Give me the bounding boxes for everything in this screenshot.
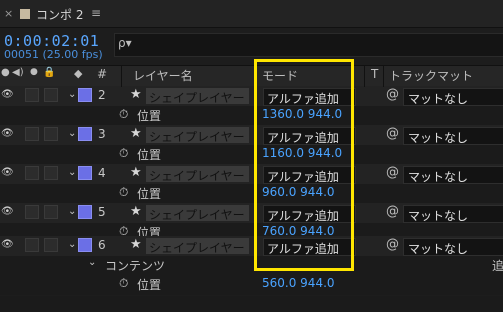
frame-count-display: 00051 (25.00 fps) (4, 48, 103, 61)
layer-number: 5 (98, 205, 106, 219)
stopwatch-icon[interactable]: ⏱ (119, 185, 128, 200)
column-divider (383, 65, 384, 87)
solo-toggle[interactable] (25, 166, 39, 180)
layer-name-field[interactable]: シェイプレイヤー 1 (146, 238, 249, 270)
lock-toggle[interactable] (44, 127, 58, 141)
search-input[interactable] (114, 33, 503, 57)
eye-icon[interactable]: 👁 (1, 167, 14, 178)
label-color-swatch[interactable] (78, 88, 92, 102)
solo-toggle[interactable] (25, 205, 39, 219)
pickwhip-icon[interactable]: @ (386, 87, 399, 102)
track-matte-dropdown[interactable]: マットなし (403, 127, 503, 145)
lock-toggle[interactable] (44, 88, 58, 102)
solo-column-icon: ● (30, 67, 38, 77)
chevron-down-icon[interactable]: ⌄ (68, 128, 76, 139)
layer-name-field[interactable]: シェイプレイヤー 4 (146, 127, 249, 159)
chevron-down-icon[interactable]: ⌄ (68, 239, 76, 250)
eye-icon[interactable]: 👁 (1, 239, 14, 250)
property-row (0, 145, 503, 165)
panel-menu-icon[interactable]: ≡ (91, 6, 101, 20)
contents-label[interactable]: コンテンツ (105, 257, 165, 274)
track-matte-dropdown[interactable]: マットなし (403, 238, 503, 256)
stopwatch-icon[interactable]: ⏱ (119, 276, 128, 291)
label-color-swatch[interactable] (78, 127, 92, 141)
property-label: 位置 (137, 187, 162, 201)
chevron-down-icon[interactable]: ⌄ (68, 206, 76, 217)
composition-tab-title[interactable]: コンポ 2 (36, 6, 83, 23)
contents-row (0, 256, 503, 276)
property-row (0, 275, 503, 295)
track-matte-dropdown[interactable]: マットなし (403, 205, 503, 223)
label-color-swatch[interactable] (78, 166, 92, 180)
position-value[interactable]: 560.0 944.0 (262, 276, 335, 290)
solo-toggle[interactable] (25, 88, 39, 102)
lock-toggle[interactable] (44, 205, 58, 219)
shape-layer-star-icon: ★ (130, 204, 142, 219)
shape-layer-star-icon: ★ (130, 165, 142, 180)
layer-name-field[interactable]: シェイプレイヤー 2 (146, 205, 249, 237)
lock-column-icon: 🔒 (43, 67, 56, 78)
property-label: 位置 (137, 278, 162, 292)
pickwhip-icon[interactable]: @ (386, 165, 399, 180)
label-color-swatch[interactable] (78, 238, 92, 252)
layer-number-column-header: # (97, 67, 108, 81)
eye-icon[interactable]: 👁 (1, 206, 14, 217)
column-divider (121, 65, 122, 87)
chevron-down-icon[interactable]: ⌄ (68, 167, 76, 178)
layer-number: 3 (98, 127, 106, 141)
stopwatch-icon[interactable]: ⏱ (119, 146, 128, 161)
pickwhip-icon[interactable]: @ (386, 126, 399, 141)
solo-toggle[interactable] (25, 238, 39, 252)
layer-name-field[interactable]: シェイプレイヤー 5 (146, 88, 249, 120)
property-label: 位置 (137, 148, 162, 162)
lock-toggle[interactable] (44, 238, 58, 252)
eye-icon[interactable]: 👁 (1, 89, 14, 100)
stopwatch-icon[interactable]: ⏱ (119, 107, 128, 122)
search-icon[interactable]: ρ▾ (118, 36, 132, 50)
track-matte-dropdown[interactable]: マットなし (403, 166, 503, 184)
property-row (0, 184, 503, 204)
pickwhip-icon[interactable]: @ (386, 204, 399, 219)
audio-column-icon: ◀) (12, 67, 24, 78)
shape-layer-star-icon: ★ (130, 237, 142, 252)
add-menu-label[interactable]: 追 (492, 257, 503, 274)
close-icon[interactable]: × (4, 7, 13, 20)
mode-column-highlight (254, 59, 354, 271)
chevron-down-icon[interactable]: ⌄ (88, 257, 96, 268)
preserve-transparency-column-header: T (371, 67, 379, 81)
pickwhip-icon[interactable]: @ (386, 237, 399, 252)
chevron-down-icon[interactable]: ⌄ (68, 89, 76, 100)
shape-layer-star-icon: ★ (130, 87, 142, 102)
property-label: 位置 (137, 109, 162, 123)
layer-number: 4 (98, 166, 106, 180)
layer-name-field[interactable]: シェイプレイヤー 3 (146, 166, 249, 198)
track-matte-dropdown[interactable]: マットなし (403, 88, 503, 106)
solo-toggle[interactable] (25, 127, 39, 141)
shape-layer-star-icon: ★ (130, 126, 142, 141)
empty-area (0, 296, 503, 312)
composition-color-swatch (20, 9, 30, 19)
label-column-icon: ◆ (74, 67, 83, 80)
property-row (0, 106, 503, 126)
column-divider (364, 65, 365, 87)
layer-name-column-header[interactable]: レイヤー名 (133, 67, 193, 84)
label-color-swatch[interactable] (78, 205, 92, 219)
track-matte-column-header[interactable]: トラックマット (389, 67, 473, 84)
lock-toggle[interactable] (44, 166, 58, 180)
eye-icon[interactable]: 👁 (1, 128, 14, 139)
layer-number: 2 (98, 88, 106, 102)
eye-column-icon: ● (1, 67, 10, 78)
layer-number: 6 (98, 238, 106, 252)
